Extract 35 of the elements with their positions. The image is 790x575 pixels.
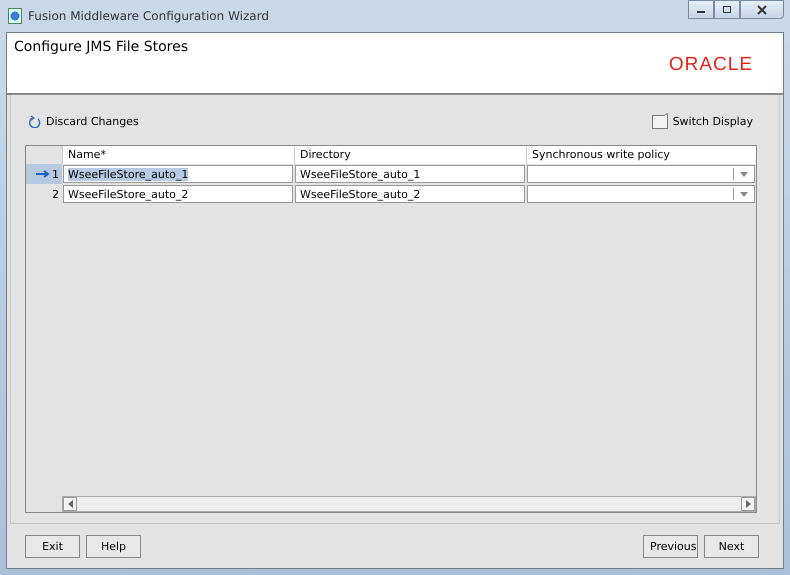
column-header: Directory	[294, 146, 526, 164]
row-header[interactable]: 1	[26, 164, 62, 184]
wizard-button[interactable]: Help	[86, 534, 141, 558]
wizard-button[interactable]: Previous	[643, 534, 698, 558]
close-icon	[756, 4, 768, 14]
maximize-button[interactable]	[714, 0, 740, 19]
refresh-icon	[29, 114, 41, 128]
maximize-icon	[722, 5, 732, 14]
app-icon	[8, 8, 22, 24]
wizard-button[interactable]: Exit	[25, 534, 80, 558]
page-title: Configure JMS File Stores	[14, 39, 188, 57]
caret-icon	[740, 192, 748, 196]
minimize-button[interactable]	[688, 0, 714, 19]
policy-dropdown[interactable]	[527, 165, 755, 183]
wizard-button[interactable]: Next	[704, 534, 759, 558]
logo: ORACLE	[668, 54, 753, 76]
arrow-icon	[36, 170, 50, 178]
scroll-left-button[interactable]	[63, 497, 77, 511]
column-header: Synchronous write policy	[526, 146, 756, 164]
name-field[interactable]: WseeFileStore_auto_2	[63, 185, 293, 203]
name-field[interactable]: WseeFileStore_auto_1	[63, 165, 293, 183]
discard-changes-button[interactable]: Discard Changes	[25, 109, 143, 133]
horizontal-scrollbar[interactable]	[62, 496, 756, 512]
caret-icon	[740, 172, 748, 176]
switch-display-button[interactable]: Switch Display	[648, 109, 757, 133]
column-header: Name*	[62, 146, 294, 164]
window-title: Fusion Middleware Configuration Wizard	[28, 9, 269, 23]
right-arrow-icon	[746, 500, 750, 508]
policy-dropdown[interactable]	[527, 185, 755, 203]
directory-field[interactable]: WseeFileStore_auto_2	[295, 185, 525, 203]
page-icon	[652, 113, 668, 129]
close-button[interactable]	[740, 0, 784, 19]
directory-field[interactable]: WseeFileStore_auto_1	[295, 165, 525, 183]
scroll-right-button[interactable]	[741, 497, 755, 511]
left-arrow-icon	[68, 500, 72, 508]
